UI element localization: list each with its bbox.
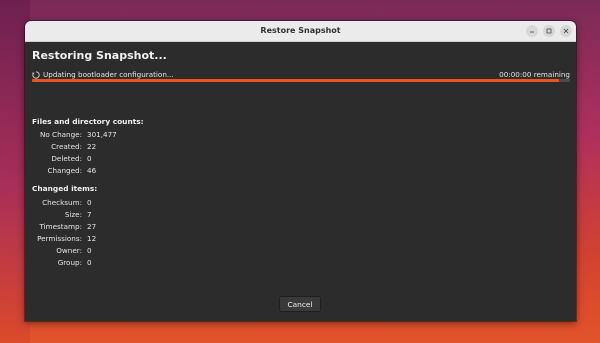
- stat-label: Changed:: [47, 166, 82, 175]
- stat-label: Group:: [57, 258, 82, 267]
- stat-value: 0: [87, 246, 92, 255]
- stat-label: Timestamp:: [39, 222, 82, 231]
- stat-label: Deleted:: [51, 154, 82, 163]
- stat-value: 301,477: [87, 130, 117, 139]
- stat-value: 0: [87, 198, 92, 207]
- stat-row: No Change: 301,477: [25, 129, 225, 141]
- stat-value: 27: [87, 222, 97, 231]
- stat-label: No Change:: [40, 130, 82, 139]
- window-content: Restoring Snapshot... Updating bootloade…: [25, 21, 576, 321]
- stat-label: Size:: [64, 210, 82, 219]
- spinner-icon: [32, 71, 40, 79]
- stat-label: Created:: [51, 142, 82, 151]
- stat-value: 0: [87, 154, 92, 163]
- stat-row: Deleted: 0: [25, 153, 225, 165]
- cancel-button[interactable]: Cancel: [279, 296, 321, 312]
- counts-section-title: Files and directory counts:: [32, 117, 144, 126]
- stat-value: 46: [87, 166, 97, 175]
- stat-row: Permissions: 12: [25, 233, 225, 245]
- stat-label: Owner:: [56, 246, 82, 255]
- stat-value: 12: [87, 234, 97, 243]
- changed-section-title: Changed items:: [32, 184, 98, 193]
- stat-row: Group: 0: [25, 257, 225, 269]
- stat-label: Checksum:: [42, 198, 82, 207]
- stat-row: Changed: 46: [25, 165, 225, 177]
- stat-row: Owner: 0: [25, 245, 225, 257]
- stat-row: Timestamp: 27: [25, 221, 225, 233]
- stat-value: 22: [87, 142, 97, 151]
- stat-value: 7: [87, 210, 92, 219]
- stat-label: Permissions:: [37, 234, 82, 243]
- stat-row: Created: 22: [25, 141, 225, 153]
- progress-bar: [32, 79, 570, 82]
- progress-fill: [32, 79, 560, 82]
- stat-row: Size: 7: [25, 209, 225, 221]
- page-title: Restoring Snapshot...: [32, 49, 167, 62]
- stat-value: 0: [87, 258, 92, 267]
- stat-row: Checksum: 0: [25, 197, 225, 209]
